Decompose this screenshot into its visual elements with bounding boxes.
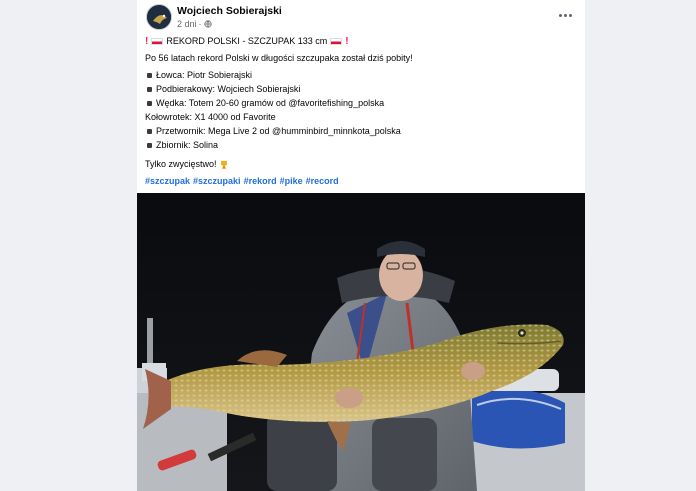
post-time[interactable]: 2 dni (177, 19, 197, 29)
hashtag-link[interactable]: #szczupaki (193, 176, 241, 186)
closing-line: Tylko zwycięstwo! (145, 159, 577, 170)
detail-line: Kołowrotek: X1 4000 od Favorite (145, 112, 577, 123)
hashtag-link[interactable]: #record (306, 176, 339, 186)
bullet-icon (147, 143, 152, 149)
detail-text: Podbierakowy: Wojciech Sobierajski (156, 84, 301, 94)
post-photo[interactable] (137, 193, 585, 491)
detail-line: Wędka: Totem 20-60 gramów od @favoritefi… (145, 98, 577, 109)
hashtag-link[interactable]: #rekord (244, 176, 277, 186)
pike-catch-photo (137, 193, 585, 491)
detail-text: Zbiornik: Solina (156, 140, 219, 150)
bullet-icon (147, 73, 152, 79)
post-header: Wojciech Sobierajski 2 dni · (137, 0, 585, 34)
poland-flag-icon (330, 38, 343, 45)
poland-flag-icon (151, 38, 164, 45)
detail-text: Przetwornik: Mega Live 2 od @humminbird_… (156, 126, 401, 136)
bullet-icon (147, 129, 152, 135)
post-title-line: ! REKORD POLSKI - SZCZUPAK 133 cm ! (145, 36, 577, 47)
hashtag-link[interactable]: #pike (280, 176, 303, 186)
detail-text: Łowca: Piotr Sobierajski (156, 70, 253, 80)
hashtags: #szczupak #szczupaki #rekord #pike #record (145, 176, 577, 187)
author-avatar[interactable] (146, 4, 172, 30)
detail-line: Zbiornik: Solina (145, 140, 577, 151)
exclamation-icon: ! (345, 36, 349, 47)
detail-text: Kołowrotek: X1 4000 od Favorite (145, 112, 276, 122)
detail-line: Łowca: Piotr Sobierajski (145, 70, 577, 81)
more-options-icon[interactable] (555, 8, 575, 22)
hashtag-link[interactable]: #szczupak (145, 176, 190, 186)
globe-icon (203, 20, 212, 28)
detail-line: Podbierakowy: Wojciech Sobierajski (145, 84, 577, 95)
exclamation-icon: ! (145, 36, 149, 47)
post-meta: 2 dni · (177, 19, 212, 29)
detail-line: Przetwornik: Mega Live 2 od @humminbird_… (145, 126, 577, 137)
meta-separator: · (198, 19, 202, 29)
post-text: ! REKORD POLSKI - SZCZUPAK 133 cm ! Po 5… (145, 36, 577, 187)
post-title: REKORD POLSKI - SZCZUPAK 133 cm (166, 36, 328, 46)
author-name[interactable]: Wojciech Sobierajski (177, 5, 282, 17)
bullet-icon (147, 87, 152, 93)
facebook-post: Wojciech Sobierajski 2 dni · ! REKORD PO… (137, 0, 585, 491)
post-intro: Po 56 latach rekord Polski w długości sz… (145, 53, 413, 63)
avatar-image (147, 5, 171, 29)
closing-text: Tylko zwycięstwo! (145, 159, 217, 169)
trophy-icon (221, 161, 228, 169)
detail-text: Wędka: Totem 20-60 gramów od @favoritefi… (156, 98, 385, 108)
bullet-icon (147, 101, 152, 107)
